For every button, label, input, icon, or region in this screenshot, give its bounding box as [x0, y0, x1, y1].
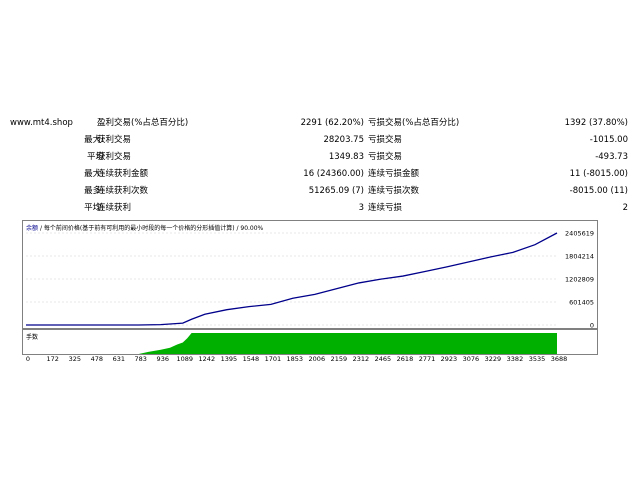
- volume-area: [26, 333, 557, 354]
- loss-value: 1392 (37.80%): [564, 118, 628, 128]
- x-tick-label: 2923: [440, 355, 458, 363]
- profit-label: 获利交易: [97, 135, 132, 145]
- loss-value: 2: [622, 203, 628, 213]
- x-tick-label: 3688: [550, 355, 568, 363]
- legend-description: / 每个前间价格(基于前有可利用的最小时段的每一个价格的分形插值计算) / 90…: [39, 225, 264, 232]
- x-tick-label: 325: [68, 355, 81, 363]
- x-tick-label: 1242: [198, 355, 216, 363]
- stats-row: www.mt4.shop 盈利交易(%占总百分比) 2291 (62.20%) 亏损交…: [0, 115, 640, 132]
- x-tick-label: 3229: [484, 355, 502, 363]
- profit-value: 2291 (62.20%): [300, 118, 364, 128]
- profit-label: 连续获利次数: [97, 186, 149, 196]
- profit-label: 获利交易: [97, 152, 132, 162]
- loss-label: 连续亏损金额: [368, 169, 420, 179]
- x-tick-label: 1701: [264, 355, 282, 363]
- x-tick-label: 936: [156, 355, 169, 363]
- volume-label: 手数: [26, 334, 39, 341]
- x-tick-label: 783: [134, 355, 147, 363]
- x-tick-label: 1089: [176, 355, 194, 363]
- x-tick-label: 1395: [220, 355, 238, 363]
- profit-label: 连续获利: [97, 203, 132, 213]
- x-tick-label: 2771: [418, 355, 436, 363]
- x-tick-label: 2159: [330, 355, 348, 363]
- y-tick-label: 601405: [569, 299, 594, 307]
- x-tick-label: 2312: [352, 355, 370, 363]
- x-tick-label: 3535: [528, 355, 546, 363]
- loss-label: 连续亏损次数: [368, 186, 420, 196]
- loss-value: 11 (-8015.00): [569, 169, 628, 179]
- legend-balance: 余额: [26, 225, 39, 232]
- loss-value: -1015.00: [589, 135, 628, 145]
- x-tick-label: 1548: [242, 355, 260, 363]
- profit-value: 51265.09 (7): [308, 186, 364, 196]
- x-tick-label: 172: [46, 355, 59, 363]
- x-tick-label: 3076: [462, 355, 480, 363]
- stats-row: 最大: 获利交易 28203.75 亏损交易 -1015.00: [0, 132, 640, 149]
- stats-row: 平均 获利交易 1349.83 亏损交易 -493.73: [0, 149, 640, 166]
- x-tick-label: 631: [112, 355, 126, 363]
- row-label: www.mt4.shop: [10, 118, 73, 128]
- profit-label: 连续获利金额: [97, 169, 149, 179]
- x-tick-label: 3382: [506, 355, 524, 363]
- loss-value: -8015.00 (11): [569, 186, 628, 196]
- stats-row: 最多: 连续获利次数 51265.09 (7) 连续亏损次数 -8015.00 (11): [0, 183, 640, 200]
- balance-chart: 2405619 1804214 1202809 601405 0 余额 / 每个前间价格…: [22, 220, 598, 329]
- y-tick-label: 1804214: [565, 253, 594, 261]
- profit-value: 1349.83: [328, 152, 364, 162]
- y-tick-label: 1202809: [565, 276, 594, 284]
- profit-value: 3: [358, 203, 364, 213]
- loss-label: 亏损交易: [368, 135, 403, 145]
- x-tick-label: 2006: [308, 355, 326, 363]
- x-tick-label: 0: [25, 355, 31, 363]
- loss-label: 连续亏损: [368, 203, 403, 213]
- chart-legend: 余额 / 每个前间价格(基于前有可利用的最小时段的每一个价格的分形插值计算) /…: [26, 223, 263, 232]
- x-tick-label: 2465: [374, 355, 392, 363]
- stats-row: 平均: 连续获利 3 连续亏损 2: [0, 200, 640, 217]
- x-tick-label: 478: [90, 355, 104, 363]
- loss-label: 亏损交易(%占总百分比): [368, 118, 460, 128]
- profit-value: 16 (24360.00): [303, 169, 364, 179]
- loss-label: 亏损交易: [368, 152, 403, 162]
- volume-chart: 手数: [22, 329, 598, 355]
- balance-chart-svg: 2405619 1804214 1202809 601405 0: [26, 230, 594, 329]
- y-tick-label: 2405619: [565, 230, 594, 238]
- profit-label: 盈利交易(%占总百分比): [97, 118, 189, 128]
- profit-value: 28203.75: [323, 135, 364, 145]
- x-tick-label: 1853: [286, 355, 304, 363]
- y-tick-label: 0: [590, 322, 594, 329]
- stats-row: 最大: 连续获利金额 16 (24360.00) 连续亏损金额 11 (-8015.00…: [0, 166, 640, 183]
- x-axis: 0 172 325 478 631 783 936 1089 1242 1395 1548 1701 1…: [22, 355, 602, 367]
- volume-chart-svg: [26, 333, 557, 354]
- loss-value: -493.73: [595, 152, 628, 162]
- x-tick-label: 2618: [396, 355, 414, 363]
